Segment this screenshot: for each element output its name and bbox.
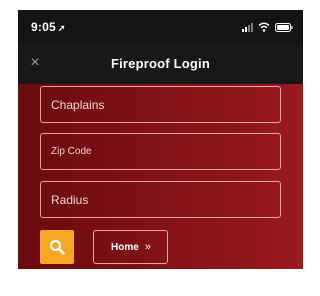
zip-code-field[interactable]	[40, 133, 281, 170]
phone-screen: 9:05 ➚ × Fireproof Login Chaplains Zip C…	[18, 10, 303, 269]
location-arrow-icon: ➚	[57, 23, 66, 33]
status-icons	[242, 22, 293, 32]
search-button[interactable]	[40, 230, 74, 264]
nav-bar: × Fireproof Login	[18, 44, 303, 84]
search-icon	[49, 239, 65, 255]
home-button-label: Home	[111, 241, 139, 253]
signal-icon	[242, 23, 253, 32]
wifi-icon	[258, 22, 270, 32]
login-form: Home »	[18, 84, 303, 269]
status-time: 9:05 ➚	[31, 20, 66, 34]
status-time-label: 9:05	[31, 20, 56, 34]
radius-field[interactable]	[40, 181, 281, 218]
home-button[interactable]: Home »	[93, 230, 168, 264]
battery-icon	[275, 23, 293, 32]
status-bar: 9:05 ➚	[18, 10, 303, 44]
double-chevron-right-icon: »	[144, 241, 151, 253]
chaplains-field[interactable]	[40, 86, 281, 123]
page-title: Fireproof Login	[110, 56, 211, 71]
